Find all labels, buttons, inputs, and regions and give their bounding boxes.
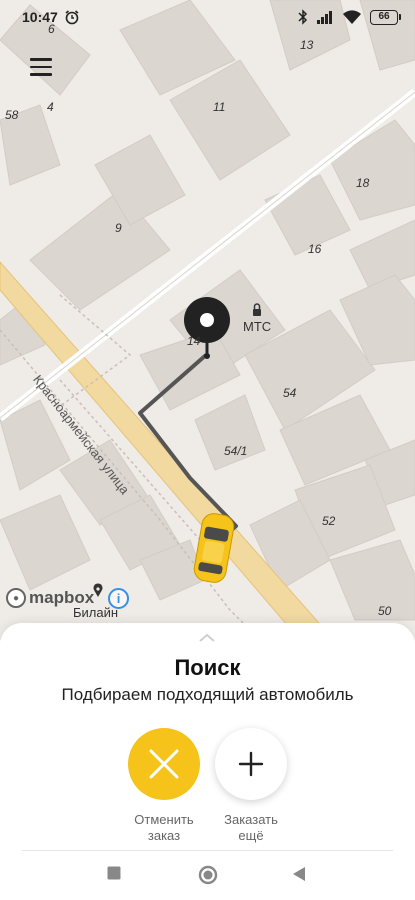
recents-icon[interactable] — [107, 866, 121, 885]
order-more-label: Заказать ещё — [206, 812, 296, 844]
plus-icon — [238, 751, 264, 777]
map-view[interactable]: 6 13 58 4 11 18 9 16 14 54 54/1 52 50 Кр… — [0, 0, 415, 640]
poi-label-mts: МТС — [243, 319, 272, 334]
wifi-icon — [342, 9, 362, 25]
building-number: 9 — [115, 221, 122, 235]
android-navigation-bar — [0, 850, 415, 900]
app-screen: 6 13 58 4 11 18 9 16 14 54 54/1 52 50 Кр… — [0, 0, 415, 900]
cancel-label-line2: заказ — [147, 828, 181, 843]
mapbox-text: mapbox — [29, 588, 95, 607]
building-number: 50 — [378, 604, 392, 618]
hamburger-line — [30, 65, 52, 69]
sheet-title: Поиск — [174, 655, 241, 680]
home-icon[interactable] — [198, 865, 218, 890]
mapbox-logo: ● mapbox — [6, 588, 94, 608]
cancel-label-line1: Отменить — [134, 812, 194, 827]
hamburger-line — [30, 58, 52, 61]
building-number: 13 — [300, 38, 314, 52]
building-number: 4 — [47, 100, 54, 114]
cancel-order-button[interactable] — [128, 728, 200, 800]
order-more-button[interactable] — [215, 728, 287, 800]
hamburger-line — [30, 73, 52, 76]
menu-button[interactable] — [24, 50, 58, 84]
building-number: 52 — [322, 514, 336, 528]
info-icon[interactable]: i — [108, 588, 129, 609]
mapbox-mark-icon: ● — [6, 588, 26, 608]
signal-icon — [316, 10, 334, 24]
building-number: 58 — [5, 108, 19, 122]
cancel-order-label: Отменить заказ — [119, 812, 209, 844]
add-label-line2: ещё — [238, 828, 264, 843]
chevron-up-icon[interactable] — [198, 631, 216, 643]
map-canvas — [0, 0, 415, 640]
battery-icon: 66 — [370, 9, 401, 25]
add-label-line1: Заказать — [224, 812, 278, 827]
back-icon[interactable] — [292, 866, 306, 887]
sheet-subtitle: Подбираем подходящий автомобиль — [61, 685, 354, 704]
building-number: 16 — [308, 242, 322, 256]
order-more-action: Заказать ещё — [201, 728, 301, 844]
status-time: 10:47 — [22, 9, 58, 25]
building-number: 54 — [283, 386, 297, 400]
building-number: 11 — [213, 100, 226, 114]
building-number: 54/1 — [224, 444, 248, 458]
cancel-order-action: Отменить заказ — [114, 728, 214, 844]
building-number: 18 — [356, 176, 370, 190]
status-bar: 10:47 66 — [0, 0, 415, 34]
shop-beeline-icon — [93, 583, 103, 597]
battery-level: 66 — [370, 9, 398, 25]
close-icon — [149, 749, 179, 779]
alarm-icon — [64, 9, 80, 25]
bluetooth-icon — [298, 9, 308, 25]
building-number: 14 — [187, 334, 201, 348]
